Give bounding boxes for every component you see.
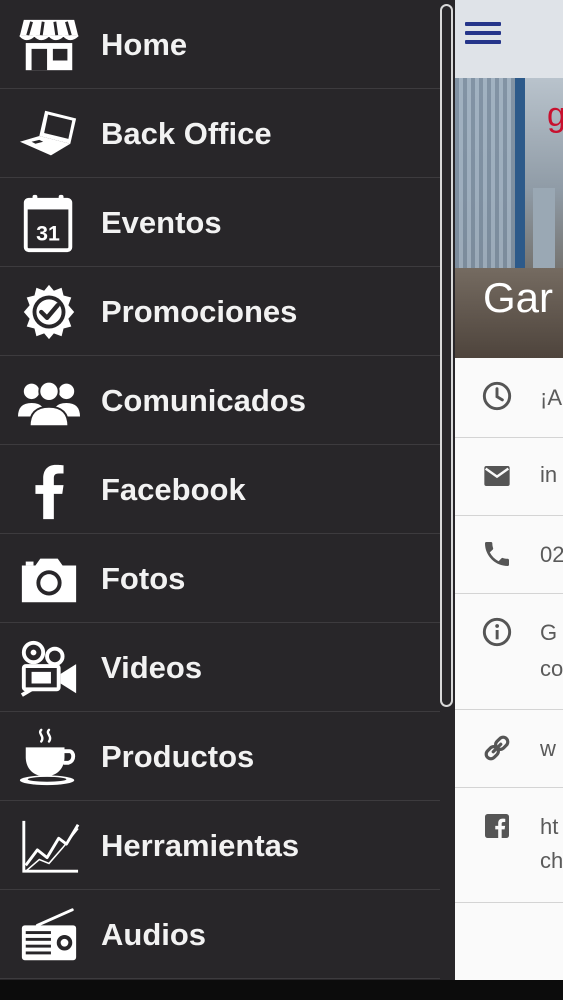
hero-title: Gar bbox=[483, 274, 554, 321]
link-icon bbox=[484, 735, 510, 761]
bottom-edge bbox=[0, 980, 563, 1000]
info-row-email[interactable]: in bbox=[455, 438, 563, 516]
drawer-item-label: Videos bbox=[101, 650, 203, 685]
info-hours-text: ¡A bbox=[540, 385, 562, 410]
drawer-item-label: Comunicados bbox=[101, 383, 306, 418]
info-row-hours[interactable]: ¡A bbox=[455, 358, 563, 438]
drawer-item-videos[interactable]: Videos bbox=[0, 623, 440, 712]
calendar-icon: 31 bbox=[23, 194, 73, 253]
info-facebook-text: ht bbox=[540, 814, 559, 839]
info-row-facebook[interactable]: ht ch bbox=[455, 788, 563, 903]
hamburger-icon[interactable] bbox=[465, 22, 501, 54]
drawer-item-promociones[interactable]: Promociones bbox=[0, 267, 440, 356]
hero-banner: g Gar bbox=[455, 78, 563, 358]
drawer-item-eventos[interactable]: 31 Eventos bbox=[0, 178, 440, 267]
drawer-item-label: Facebook bbox=[101, 472, 246, 507]
info-website-text: w bbox=[540, 736, 556, 761]
laptop-icon bbox=[19, 110, 77, 156]
info-icon bbox=[482, 617, 512, 647]
drawer-item-back-office[interactable]: Back Office bbox=[0, 89, 440, 178]
svg-text:31: 31 bbox=[36, 221, 60, 245]
drawer-item-label: Productos bbox=[101, 739, 255, 774]
drawer-item-label: Audios bbox=[101, 917, 207, 952]
mail-icon bbox=[484, 466, 510, 486]
clock-icon bbox=[482, 381, 512, 411]
drawer-scrollbar[interactable] bbox=[440, 4, 453, 707]
info-about-text: G bbox=[540, 620, 558, 645]
info-about-text-2: co bbox=[540, 656, 563, 681]
info-row-website[interactable]: w bbox=[455, 710, 563, 788]
app-content: g Gar ¡A in 02 G co w ht ch bbox=[455, 0, 563, 980]
radio-icon bbox=[21, 908, 77, 961]
app-bar bbox=[455, 0, 563, 78]
drawer-item-audios[interactable]: Audios bbox=[0, 890, 440, 979]
group-icon bbox=[18, 380, 80, 428]
camera-icon bbox=[21, 558, 77, 603]
video-camera-icon bbox=[20, 640, 77, 697]
navigation-drawer: Home Back Office 31 Eventos Promociones bbox=[0, 0, 455, 983]
phone-icon bbox=[485, 542, 509, 566]
drawer-item-label: Eventos bbox=[101, 205, 222, 240]
info-email-text: in bbox=[540, 462, 558, 487]
drawer-item-label: Fotos bbox=[101, 561, 186, 596]
info-row-about[interactable]: G co bbox=[455, 594, 563, 710]
line-chart-icon bbox=[22, 820, 80, 873]
badge-check-icon bbox=[23, 284, 75, 340]
drawer-item-home[interactable]: Home bbox=[0, 0, 440, 89]
hero-logo-mark: g bbox=[547, 96, 563, 134]
drawer-item-fotos[interactable]: Fotos bbox=[0, 534, 440, 623]
drawer-item-label: Herramientas bbox=[101, 828, 300, 863]
info-phone-text: 02 bbox=[540, 542, 563, 567]
coffee-cup-icon bbox=[19, 728, 76, 786]
drawer-item-label: Home bbox=[101, 27, 188, 62]
drawer-item-label: Promociones bbox=[101, 294, 298, 329]
drawer-item-facebook[interactable]: Facebook bbox=[0, 445, 440, 534]
drawer-item-herramientas[interactable]: Herramientas bbox=[0, 801, 440, 890]
facebook-icon bbox=[35, 464, 64, 520]
drawer-item-productos[interactable]: Productos bbox=[0, 712, 440, 801]
drawer-item-label: Back Office bbox=[101, 116, 272, 151]
info-facebook-text-2: ch bbox=[540, 848, 563, 873]
store-icon bbox=[19, 19, 79, 71]
facebook-square-icon bbox=[485, 814, 509, 838]
info-row-phone[interactable]: 02 bbox=[455, 516, 563, 594]
drawer-item-comunicados[interactable]: Comunicados bbox=[0, 356, 440, 445]
